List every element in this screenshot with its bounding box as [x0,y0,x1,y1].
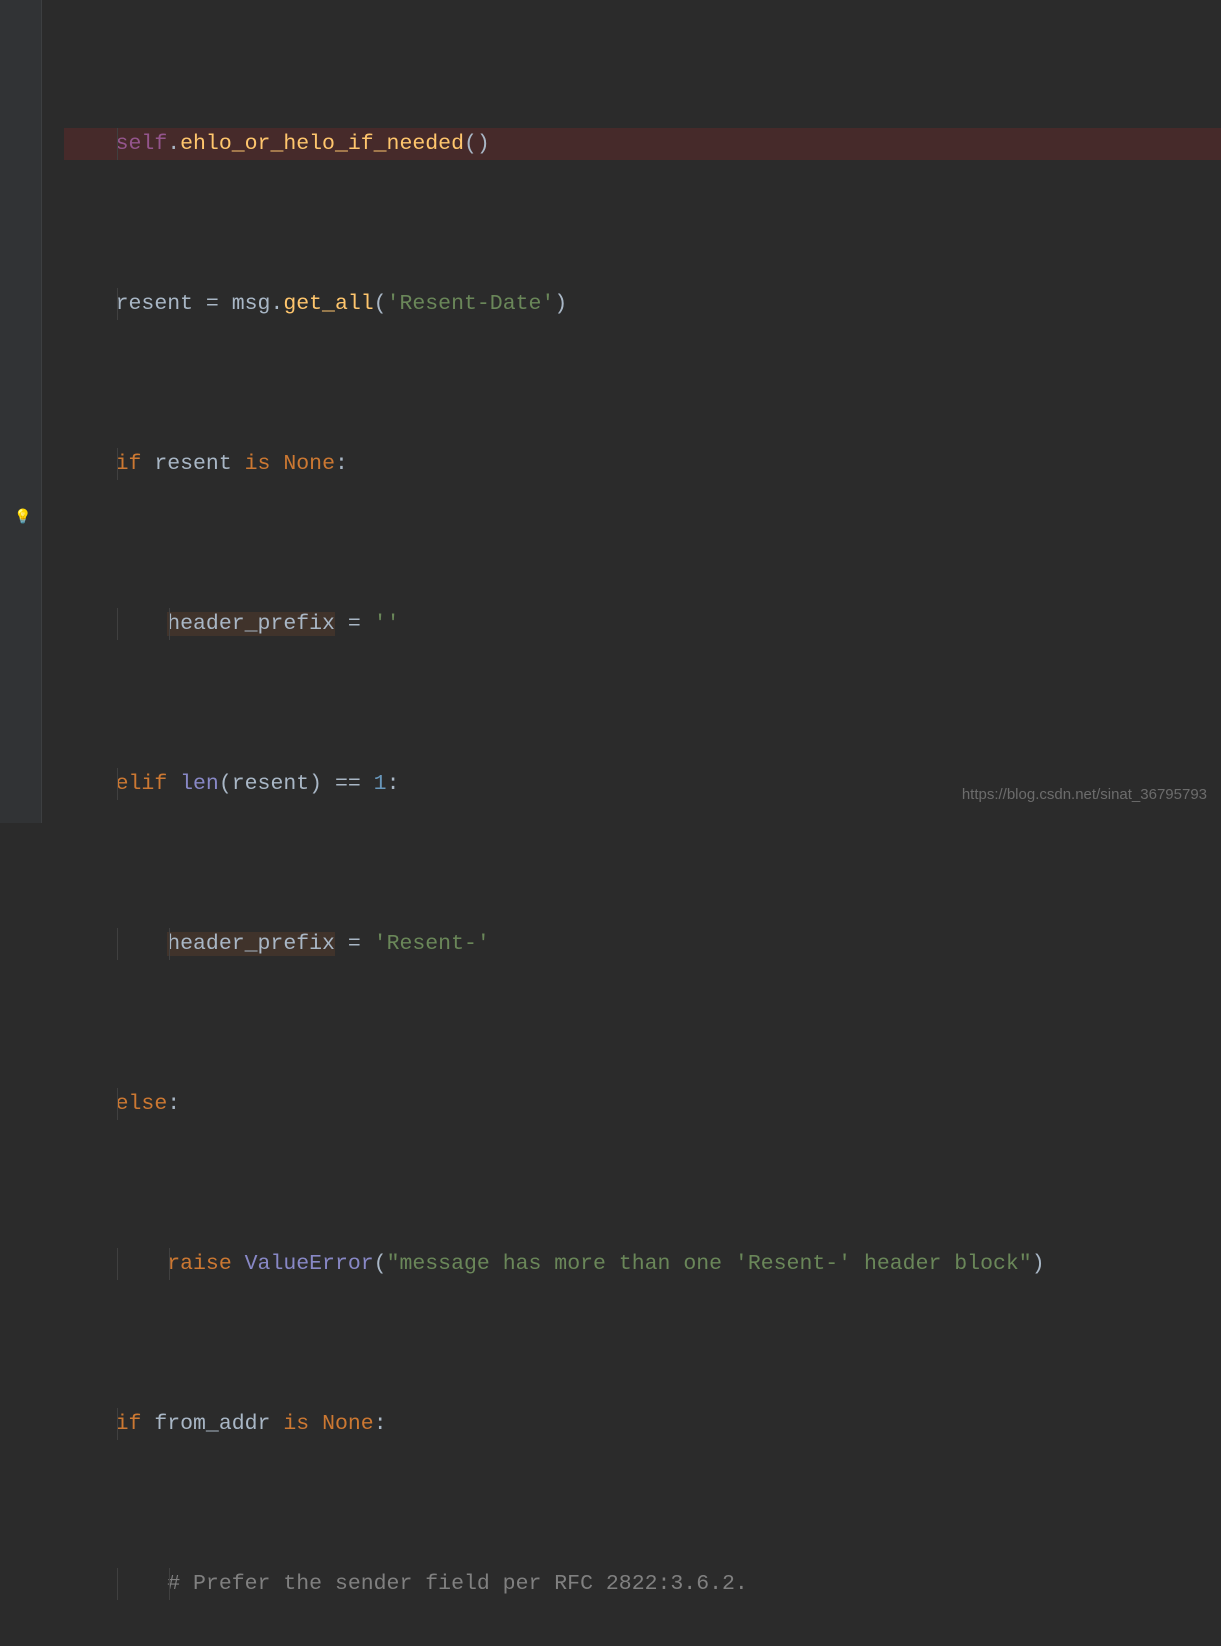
code-line[interactable]: header_prefix = 'Resent-' [64,928,1221,960]
code-line[interactable]: header_prefix = '' [64,608,1221,640]
string-token: 'Resent-Date' [387,292,555,316]
code-line[interactable]: if from_addr is None: [64,1408,1221,1440]
text: (resent) == [219,772,374,796]
kw-if: if [116,1412,155,1436]
exc-token: ValueError [245,1252,374,1276]
colon: : [374,1412,387,1436]
text: = [335,932,374,956]
paren-open: ( [374,292,387,316]
string-token: '' [374,612,400,636]
code-line[interactable]: else: [64,1088,1221,1120]
text: = [335,612,374,636]
string-token: "message has more than one 'Resent-' hea… [387,1252,1032,1276]
paren-token: () [464,132,490,156]
watermark: https://blog.csdn.net/sinat_36795793 [962,779,1207,811]
paren-open: ( [374,1252,387,1276]
kw-is: is [245,452,284,476]
string-token: 'Resent-' [374,932,490,956]
var-token: header_prefix [167,612,335,636]
kw-elif: elif [116,772,181,796]
code-line[interactable]: self.ehlo_or_helo_if_needed() [64,128,1221,160]
fn-token: ehlo_or_helo_if_needed [180,132,464,156]
builtin-len: len [180,772,219,796]
paren-close: ) [554,292,567,316]
text: from_addr [154,1412,283,1436]
var-token: header_prefix [167,932,335,956]
code-line[interactable]: # Prefer the sender field per RFC 2822:3… [64,1568,1221,1600]
kw-raise: raise [167,1252,244,1276]
intention-bulb-icon[interactable]: 💡 [14,502,31,534]
kw-else: else [116,1092,168,1116]
paren-close: ) [1032,1252,1045,1276]
comment-token: # Prefer the sender field per RFC 2822:3… [167,1572,748,1596]
code-line[interactable]: raise ValueError("message has more than … [64,1248,1221,1280]
none-token: None [322,1412,374,1436]
code-area[interactable]: self.ehlo_or_helo_if_needed() resent = m… [42,0,1221,1646]
number-token: 1 [374,772,387,796]
self-token: self [116,132,168,156]
code-line[interactable]: resent = msg.get_all('Resent-Date') [64,288,1221,320]
editor-gutter: 💡 [0,0,42,823]
colon: : [335,452,348,476]
dot-token: . [167,132,180,156]
text: resent [154,452,244,476]
text: resent = msg. [116,292,284,316]
kw-if: if [116,452,155,476]
colon: : [387,772,400,796]
kw-is: is [283,1412,322,1436]
fn-token: get_all [283,292,373,316]
code-line[interactable]: if resent is None: [64,448,1221,480]
none-token: None [283,452,335,476]
colon: : [167,1092,180,1116]
